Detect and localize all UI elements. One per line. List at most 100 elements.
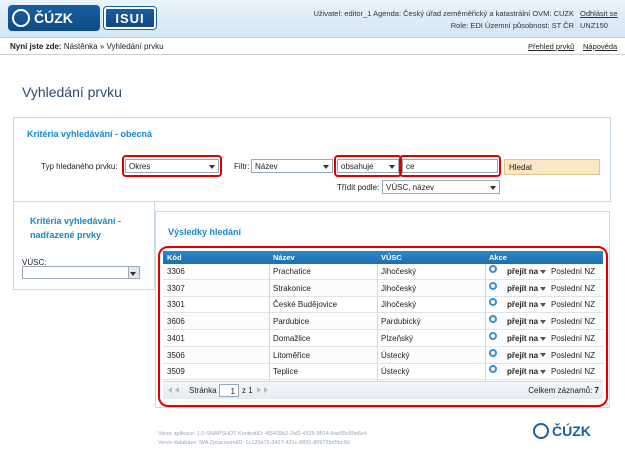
chevron-down-icon xyxy=(540,353,547,358)
total-value: 7 xyxy=(594,386,599,395)
col-header-akce[interactable]: Akce xyxy=(489,253,507,262)
results-panel: Výsledky hledání Kód Název VÚSC Akce 330… xyxy=(155,211,610,408)
table-row[interactable]: 3606 Pardubice Pardubický přejít na Poslední… xyxy=(163,314,603,331)
breadcrumb: Nyní jste zde: Nástěnka » Vyhledání prvk… xyxy=(10,42,164,51)
goto-menu[interactable]: přejít na xyxy=(507,267,547,276)
table-row[interactable]: 3301 České Budějovice Jihočeský přejít na Po… xyxy=(163,297,603,314)
table-row[interactable]: 3506 Litoměřice Ústecký přejít na Poslední N… xyxy=(163,347,603,364)
unz-code: UNZ150 xyxy=(580,21,608,30)
operator-select[interactable]: obsahuje xyxy=(337,159,399,173)
general-criteria-panel: Kritéria vyhledávání - obecná Typ hledan… xyxy=(13,117,611,202)
search-button[interactable]: Hledat xyxy=(504,159,600,175)
total-records: Celkem záznamů: 7 xyxy=(528,386,599,395)
chevron-down-icon xyxy=(209,165,215,169)
col-header-kod[interactable]: Kód xyxy=(167,253,182,262)
cell-kod: 3306 xyxy=(167,267,185,276)
table-row[interactable]: 3307 Strakonice Jihočeský přejít na Poslední… xyxy=(163,280,603,297)
last-nz-link[interactable]: Poslední NZ xyxy=(551,367,595,376)
next-page-icon[interactable] xyxy=(257,387,261,393)
chevron-down-icon xyxy=(323,165,329,169)
pager-of: z 1 xyxy=(242,386,253,395)
cell-vusc: Jihočeský xyxy=(381,283,417,293)
search-icon[interactable] xyxy=(489,281,497,290)
vusc-select[interactable] xyxy=(22,266,140,279)
search-input[interactable]: ce xyxy=(402,159,498,173)
first-page-icon[interactable] xyxy=(168,387,172,393)
goto-menu[interactable]: přejít na xyxy=(507,334,547,343)
last-nz-link[interactable]: Poslední NZ xyxy=(551,351,595,360)
goto-menu[interactable]: přejít na xyxy=(507,300,547,309)
chevron-down-icon xyxy=(540,370,547,375)
app-header: ČÚZK ISUI Uživatel: editor_1 Agenda: Čes… xyxy=(0,0,625,38)
grid-header: Kód Název VÚSC Akce xyxy=(163,251,603,264)
grid-pager: Stránka 1 z 1 Celkem záznamů: 7 xyxy=(163,381,603,399)
cell-vusc: Jihočeský xyxy=(381,267,417,276)
search-icon[interactable] xyxy=(489,365,497,374)
goto-label: přejít na xyxy=(507,317,539,327)
search-icon[interactable] xyxy=(489,348,497,357)
breadcrumb-bar: Nyní jste zde: Nástěnka » Vyhledání prvk… xyxy=(0,38,625,55)
goto-menu[interactable]: přejít na xyxy=(507,351,547,360)
filter-select[interactable]: Název xyxy=(251,159,333,173)
last-nz-link[interactable]: Poslední NZ xyxy=(551,317,595,326)
cell-kod: 3301 xyxy=(167,300,185,310)
table-row[interactable]: 3509 Teplice Ústecký přejít na Poslední NZ xyxy=(163,364,603,381)
user-info-line1: Uživatel: editor_1 Agenda: Český úřad ze… xyxy=(313,9,574,18)
cell-nazev: Strakonice xyxy=(273,283,311,293)
goto-menu[interactable]: přejít na xyxy=(507,284,547,293)
overview-link[interactable]: Přehled prvků xyxy=(528,42,574,51)
prev-page-icon[interactable] xyxy=(175,387,179,393)
last-nz-link[interactable]: Poslední NZ xyxy=(551,334,595,343)
cell-nazev: Prachatice xyxy=(273,267,311,276)
sort-label: Třídit podle: xyxy=(337,183,380,192)
search-icon[interactable] xyxy=(489,315,497,324)
results-grid: Kód Název VÚSC Akce 3306 Prachatice Jihoče… xyxy=(163,251,603,403)
results-title: Výsledky hledání xyxy=(168,227,242,237)
isui-logo[interactable]: ISUI xyxy=(104,7,156,29)
help-link[interactable]: Nápověda xyxy=(583,42,617,51)
chevron-down-icon xyxy=(540,286,547,291)
last-nz-link[interactable]: Poslední NZ xyxy=(551,300,595,309)
page-title: Vyhledání prvku xyxy=(22,84,122,100)
logout-link[interactable]: Odhlásit se xyxy=(580,9,618,18)
type-select-value: Okres xyxy=(129,162,151,171)
last-page-icon[interactable] xyxy=(264,387,268,393)
col-header-nazev[interactable]: Název xyxy=(273,253,295,262)
type-select[interactable]: Okres xyxy=(125,159,219,173)
cell-nazev: Domažlice xyxy=(273,333,311,343)
pager-page-label: Stránka xyxy=(189,386,217,395)
footer-version-app: Verze aplikace: 1.0-SNAPSHOT KontextID: … xyxy=(158,431,368,437)
breadcrumb-path[interactable]: Nástěnka » Vyhledání prvku xyxy=(64,42,164,51)
footer-version-db: Verze databáze: N/A ZpracovaniID: 1c120a… xyxy=(158,440,350,446)
goto-menu[interactable]: přejít na xyxy=(507,367,547,376)
search-icon[interactable] xyxy=(489,298,497,307)
cell-nazev: Litoměřice xyxy=(273,350,310,360)
chevron-down-icon xyxy=(540,319,547,324)
pager-page-input[interactable]: 1 xyxy=(219,384,239,397)
column-divider xyxy=(485,264,486,381)
col-header-vusc[interactable]: VÚSC xyxy=(381,253,402,262)
sort-select-value: VÚSC, název xyxy=(386,183,435,192)
cell-vusc: Jihočeský xyxy=(381,300,417,310)
cuzk-logo-mark-icon xyxy=(12,9,30,27)
cell-nazev: Pardubice xyxy=(273,317,310,327)
cell-vusc: Ústecký xyxy=(381,350,410,360)
table-row[interactable]: 3401 Domažlice Plzeňský přejít na Poslední N… xyxy=(163,331,603,347)
cuzk-logo[interactable]: ČÚZK xyxy=(8,5,100,31)
column-divider xyxy=(269,264,270,381)
parent-criteria-title-line2: nadřazené prvky xyxy=(30,230,102,240)
last-nz-link[interactable]: Poslední NZ xyxy=(551,284,595,293)
search-icon[interactable] xyxy=(489,331,497,340)
filter-label: Filtr: xyxy=(234,162,250,171)
table-row[interactable]: 3306 Prachatice Jihočeský přejít na Poslední… xyxy=(163,264,603,280)
sort-select[interactable]: VÚSC, název xyxy=(382,180,500,194)
last-nz-link[interactable]: Poslední NZ xyxy=(551,267,595,276)
user-info-line2: Role: EDI Územní působnost: ST ČR xyxy=(450,21,574,30)
cuzk-logo-text: ČÚZK xyxy=(34,10,73,26)
chevron-down-icon xyxy=(540,303,547,308)
search-icon[interactable] xyxy=(489,265,497,273)
goto-label: přejít na xyxy=(507,267,539,276)
parent-criteria-title-line1: Kritéria vyhledávání - xyxy=(30,216,122,226)
chevron-down-icon xyxy=(490,186,496,190)
goto-menu[interactable]: přejít na xyxy=(507,317,547,327)
